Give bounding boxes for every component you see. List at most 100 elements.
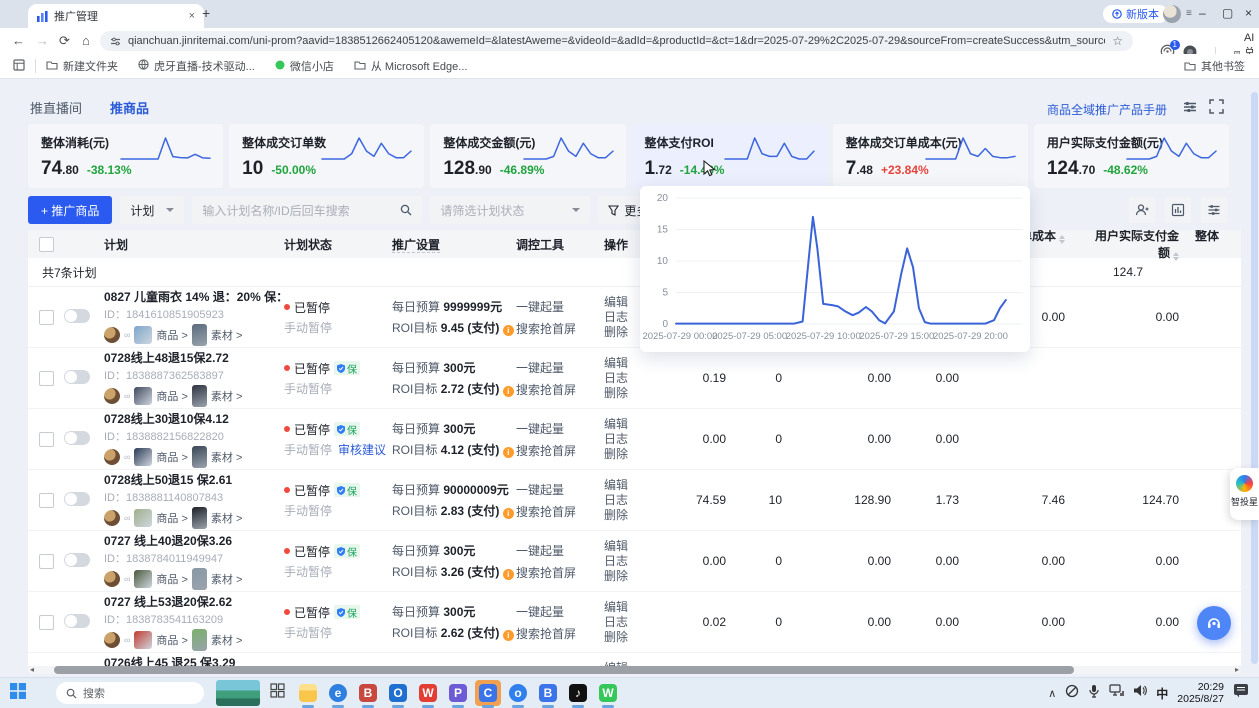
log-action[interactable]: 日志 bbox=[604, 615, 650, 630]
bookmark-item[interactable]: 新建文件夹 bbox=[46, 58, 118, 74]
column-settings-icon-button[interactable] bbox=[1201, 197, 1227, 223]
one-key-boost-tool[interactable]: 一键起量 bbox=[516, 298, 604, 315]
log-action[interactable]: 日志 bbox=[604, 371, 650, 386]
taskbar-app-purple-app[interactable]: P bbox=[445, 680, 471, 706]
tray-chevron-up-icon[interactable]: ∧ bbox=[1048, 687, 1056, 700]
product-thumbnail[interactable] bbox=[134, 448, 152, 466]
delete-action[interactable]: 删除 bbox=[604, 508, 650, 523]
one-key-boost-tool[interactable]: 一键起量 bbox=[516, 542, 604, 559]
campaign-toggle[interactable] bbox=[64, 614, 90, 628]
campaign-row[interactable]: 0727 线上53退20保2.62 ID：1838783541163209 ∞ … bbox=[28, 592, 1241, 653]
one-key-boost-tool[interactable]: 一键起量 bbox=[516, 359, 604, 376]
info-icon[interactable]: i bbox=[503, 447, 514, 458]
row-checkbox[interactable] bbox=[39, 432, 54, 447]
browser-profile-avatar[interactable] bbox=[1163, 5, 1181, 23]
search-top-screen-tool[interactable]: 搜索抢首屏 bbox=[516, 320, 604, 337]
campaign-toggle[interactable] bbox=[64, 492, 90, 506]
chart-columns-icon-button[interactable] bbox=[1165, 197, 1191, 223]
vertical-scrollbar[interactable] bbox=[1251, 92, 1258, 664]
material-thumbnail[interactable] bbox=[192, 507, 207, 529]
material-thumbnail[interactable] bbox=[192, 629, 207, 651]
window-minimize-button[interactable]: – bbox=[1199, 6, 1206, 20]
horizontal-scrollbar-thumb[interactable] bbox=[54, 666, 1074, 674]
taskbar-clock[interactable]: 20:29 2025/8/27 bbox=[1177, 681, 1224, 705]
row-checkbox[interactable] bbox=[39, 371, 54, 386]
search-top-screen-tool[interactable]: 搜索抢首屏 bbox=[516, 442, 604, 459]
campaign-toggle[interactable] bbox=[64, 553, 90, 567]
log-action[interactable]: 日志 bbox=[604, 554, 650, 569]
material-link[interactable]: 素材 > bbox=[211, 632, 242, 648]
edit-action[interactable]: 编辑 bbox=[604, 478, 650, 493]
reload-icon[interactable]: ⟳ bbox=[59, 33, 70, 49]
campaign-toggle[interactable] bbox=[64, 309, 90, 323]
metric-card[interactable]: 整体消耗(元) 74.80-38.13% bbox=[28, 124, 223, 188]
product-link[interactable]: 商品 > bbox=[156, 327, 187, 343]
horizontal-scrollbar[interactable]: ◂ ▸ bbox=[28, 666, 1241, 674]
one-key-boost-tool[interactable]: 一键起量 bbox=[516, 603, 604, 620]
browser-menu-icon[interactable]: ≡ bbox=[1186, 8, 1198, 19]
promotion-tab-0[interactable]: 推直播间 bbox=[30, 98, 82, 117]
info-icon[interactable]: i bbox=[503, 386, 514, 397]
campaign-row[interactable]: 0728线上30退10保4.12 ID：1838882156822820 ∞ 商… bbox=[28, 409, 1241, 470]
campaign-row[interactable]: 0728线上50退15 保2.61 ID：1838881140807843 ∞ … bbox=[28, 470, 1241, 531]
promote-product-button[interactable]: + 推广商品 bbox=[28, 196, 112, 224]
taskbar-app-blue-square-app[interactable]: B bbox=[535, 680, 561, 706]
taskbar-app-qianchuan-app[interactable]: C bbox=[475, 680, 501, 706]
product-link[interactable]: 商品 > bbox=[156, 388, 187, 404]
widgets-weather-thumbnail[interactable] bbox=[216, 680, 260, 706]
apps-grid-icon[interactable] bbox=[13, 59, 25, 74]
material-thumbnail[interactable] bbox=[192, 446, 207, 468]
new-tab-button[interactable]: + bbox=[202, 5, 210, 21]
taskbar-app-file-explorer[interactable] bbox=[295, 680, 321, 706]
display-settings-icon[interactable] bbox=[1182, 99, 1199, 116]
edit-action[interactable]: 编辑 bbox=[604, 539, 650, 554]
taskbar-app-blue-circle-app[interactable]: o bbox=[505, 680, 531, 706]
metric-card[interactable]: 整体成交金额(元) 128.90-46.89% bbox=[430, 124, 625, 188]
product-link[interactable]: 商品 > bbox=[156, 449, 187, 465]
forward-icon[interactable]: → bbox=[36, 33, 49, 48]
start-button[interactable] bbox=[10, 683, 26, 704]
info-icon[interactable]: i bbox=[503, 569, 514, 580]
info-icon[interactable]: i bbox=[503, 325, 514, 336]
material-link[interactable]: 素材 > bbox=[211, 388, 242, 404]
delete-action[interactable]: 删除 bbox=[604, 630, 650, 645]
material-link[interactable]: 素材 > bbox=[211, 510, 242, 526]
tray-network-icon[interactable] bbox=[1109, 684, 1124, 702]
taskbar-app-tiktok[interactable]: ♪ bbox=[565, 680, 591, 706]
metric-card[interactable]: 用户实际支付金额(元) 124.70-48.62% bbox=[1034, 124, 1229, 188]
product-link[interactable]: 商品 > bbox=[156, 632, 187, 648]
taskbar-app-red-store-app[interactable]: B bbox=[355, 680, 381, 706]
metric-column-header[interactable]: 用户实际支付金额 bbox=[1085, 230, 1195, 261]
delete-action[interactable]: 删除 bbox=[604, 447, 650, 462]
new-version-badge[interactable]: 新版本 bbox=[1103, 5, 1168, 23]
select-all-checkbox[interactable] bbox=[39, 237, 54, 252]
campaign-row[interactable]: 0727 线上40退20保3.26 ID：1838784011949947 ∞ … bbox=[28, 531, 1241, 592]
material-thumbnail[interactable] bbox=[192, 568, 207, 590]
row-checkbox[interactable] bbox=[39, 615, 54, 630]
material-thumbnail[interactable] bbox=[192, 324, 207, 346]
material-link[interactable]: 素材 > bbox=[211, 571, 242, 587]
one-key-boost-tool[interactable]: 一键起量 bbox=[516, 420, 604, 437]
taskbar-search-input[interactable]: 搜索 bbox=[56, 682, 204, 704]
task-view-icon[interactable] bbox=[270, 683, 285, 703]
one-key-boost-tool[interactable]: 一键起量 bbox=[516, 481, 604, 498]
row-checkbox[interactable] bbox=[39, 554, 54, 569]
tray-mic-icon[interactable] bbox=[1088, 684, 1100, 703]
delete-action[interactable]: 删除 bbox=[604, 386, 650, 401]
bookmark-item[interactable]: 从 Microsoft Edge... bbox=[354, 58, 468, 74]
bookmark-item[interactable]: 虎牙直播-技术驱动... bbox=[138, 58, 255, 74]
metric-card[interactable]: 整体成交订单成本(元) 7.48+23.84% bbox=[833, 124, 1028, 188]
campaign-toggle[interactable] bbox=[64, 370, 90, 384]
taskbar-app-wps[interactable]: W bbox=[415, 680, 441, 706]
column-header-plan[interactable]: 计划 bbox=[104, 236, 284, 253]
product-thumbnail[interactable] bbox=[134, 387, 152, 405]
campaign-row[interactable]: 0827 儿童雨衣 14% 退：20% 保：9.92 ID：1841610851… bbox=[28, 287, 1241, 348]
tab-close-icon[interactable]: × bbox=[189, 10, 195, 22]
product-thumbnail[interactable] bbox=[134, 509, 152, 527]
help-float-button[interactable] bbox=[1197, 606, 1231, 640]
campaign-row[interactable]: 0726线上45 退25 保3.29 ID：1838692046083545 ∞… bbox=[28, 653, 1241, 666]
review-suggestion-link[interactable]: 审核建议 bbox=[338, 441, 386, 458]
taskbar-app-green-chat-app[interactable]: W bbox=[595, 680, 621, 706]
search-top-screen-tool[interactable]: 搜索抢首屏 bbox=[516, 625, 604, 642]
column-header-tools[interactable]: 调控工具 bbox=[516, 236, 604, 253]
